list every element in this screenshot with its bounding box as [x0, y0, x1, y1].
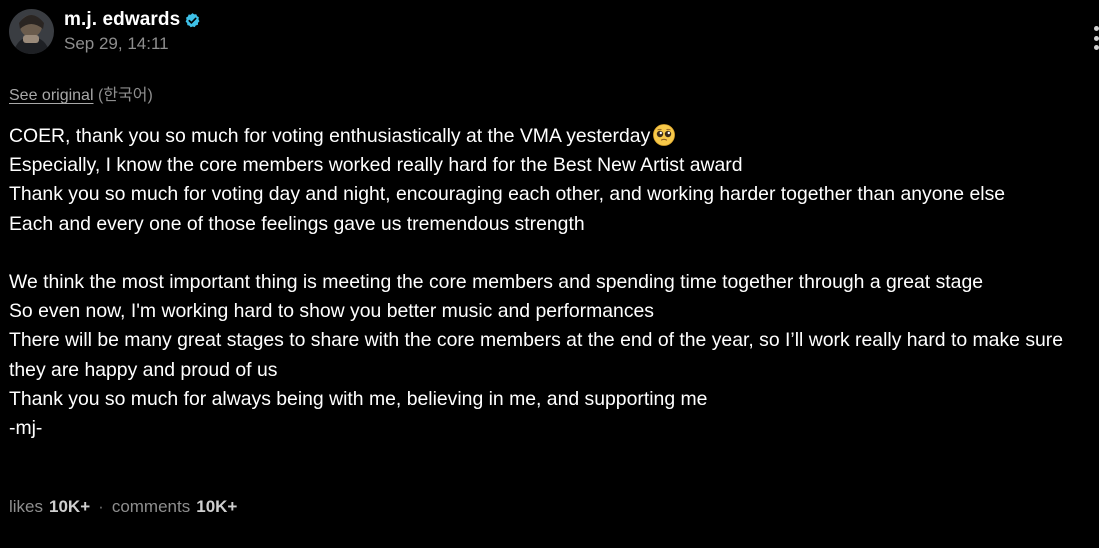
post-body: COER, thank you so much for voting enthu… [9, 122, 1097, 443]
post-line-text: COER, thank you so much for voting enthu… [9, 125, 651, 147]
post-line: -mj- [9, 417, 43, 440]
pleading-face-emoji [653, 124, 676, 146]
post-line: COER, thank you so much for voting enthu… [9, 122, 1097, 151]
original-language: (한국어) [97, 87, 153, 104]
avatar[interactable] [9, 9, 54, 54]
comments-count[interactable]: 10K+ [196, 497, 237, 517]
more-options-icon[interactable] [1091, 26, 1099, 50]
more-dot [1094, 45, 1099, 50]
likes-label[interactable]: likes [9, 497, 43, 517]
post-stats: likes 10K+ · comments 10K+ [9, 497, 237, 517]
more-dot [1094, 35, 1099, 41]
likes-count[interactable]: 10K+ [49, 497, 90, 517]
post-line-blank [9, 239, 1097, 268]
translation-notice: See original (한국어) [9, 81, 153, 105]
username[interactable]: m.j. edwards [64, 9, 180, 31]
post-line: Each and every one of those feelings gav… [9, 212, 585, 235]
comments-label[interactable]: comments [112, 497, 190, 517]
post-line: There will be many great stages to share… [9, 329, 1064, 381]
post-header: m.j. edwards Sep 29, 14:11 [9, 9, 201, 54]
see-original-link[interactable]: See original [9, 87, 94, 104]
post-line: Especially, I know the core members work… [9, 154, 743, 177]
post-line: Thank you so much for always being with … [9, 387, 708, 410]
post-line: We think the most important thing is mee… [9, 271, 984, 293]
post-line: So even now, I'm working hard to show yo… [9, 300, 654, 323]
post-line: Thank you so much for voting day and nig… [9, 183, 1006, 206]
verified-badge-icon [184, 12, 201, 29]
post-timestamp: Sep 29, 14:11 [64, 34, 169, 53]
more-dot [1094, 26, 1099, 31]
stats-separator: · [98, 497, 104, 516]
